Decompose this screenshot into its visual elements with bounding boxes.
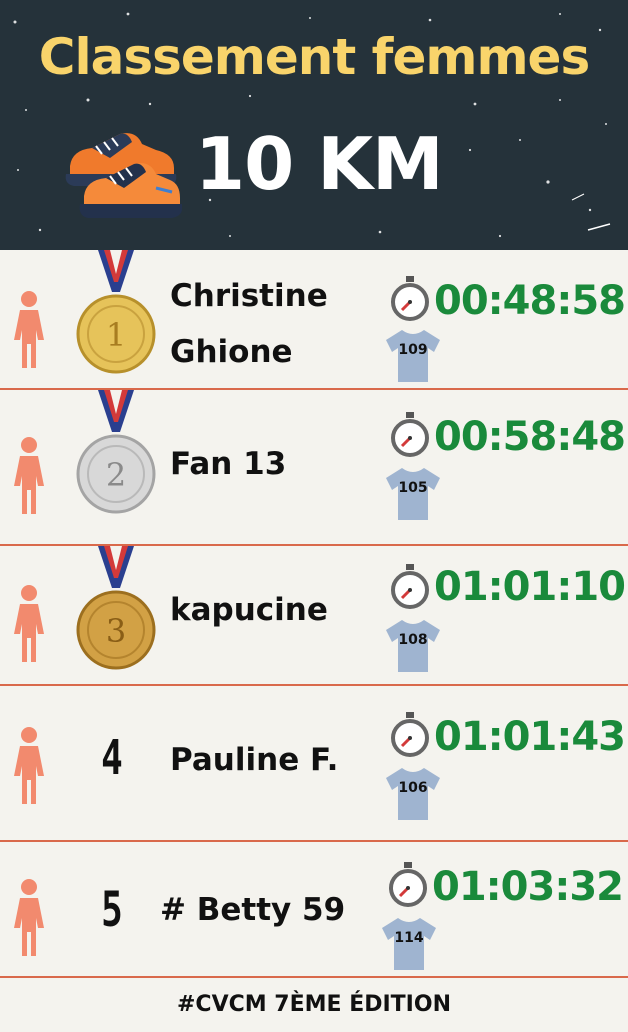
bib-number: 106 [398, 780, 428, 796]
finish-time: 01:01:10 [434, 564, 626, 610]
result-row: 4 Pauline F. 01:01:43 106 [0, 686, 628, 842]
bib-number: 109 [398, 342, 428, 358]
svg-text:1: 1 [106, 316, 126, 354]
event-hashtag: #CVCM 7ÈME ÉDITION [0, 978, 628, 1024]
results-poster: Classement femmes 10 KM 1 Christine Ghio… [0, 0, 628, 1024]
result-row: 3 kapucine 01:01:10 108 [0, 546, 628, 686]
bib-number: 108 [398, 632, 428, 648]
woman-icon [14, 727, 44, 804]
header: Classement femmes 10 KM [0, 0, 628, 250]
woman-icon [14, 291, 44, 368]
gold-medal-icon: 1 [76, 250, 156, 374]
silver-medal-icon: 2 [76, 390, 156, 514]
runner-name: # Betty 59 [160, 892, 346, 928]
stopwatch-icon [391, 276, 429, 321]
rank-number: 4 [101, 730, 123, 786]
runner-name-line1: Christine [170, 278, 328, 314]
bronze-medal-icon: 3 [76, 546, 156, 670]
rank-number: 5 [101, 882, 123, 938]
stopwatch-icon [391, 564, 429, 609]
svg-text:2: 2 [106, 456, 126, 494]
race-distance: 10 KM [195, 122, 444, 206]
runner-name: Fan 13 [170, 446, 287, 482]
woman-icon [14, 585, 44, 662]
finish-time: 00:48:58 [434, 278, 626, 324]
page-title: Classement femmes [38, 28, 590, 86]
finish-time: 01:01:43 [434, 714, 626, 760]
finish-time: 00:58:48 [434, 414, 626, 460]
bib-number: 114 [394, 930, 424, 946]
runner-name: Pauline F. [170, 742, 339, 778]
finish-time: 01:03:32 [432, 864, 624, 910]
svg-text:3: 3 [106, 612, 126, 650]
stopwatch-icon [391, 412, 429, 457]
running-shoes-icon [65, 133, 182, 218]
runner-name: kapucine [170, 592, 328, 628]
runner-name-line2: Ghione [170, 334, 293, 370]
result-row: 5 # Betty 59 01:03:32 114 [0, 842, 628, 978]
stopwatch-icon [391, 712, 429, 757]
result-row: 2 Fan 13 00:58:48 105 [0, 390, 628, 546]
woman-icon [14, 879, 44, 956]
bib-number: 105 [398, 480, 428, 496]
stopwatch-icon [389, 862, 427, 907]
woman-icon [14, 437, 44, 514]
result-row: 1 Christine Ghione 00:48:58 109 [0, 250, 628, 390]
